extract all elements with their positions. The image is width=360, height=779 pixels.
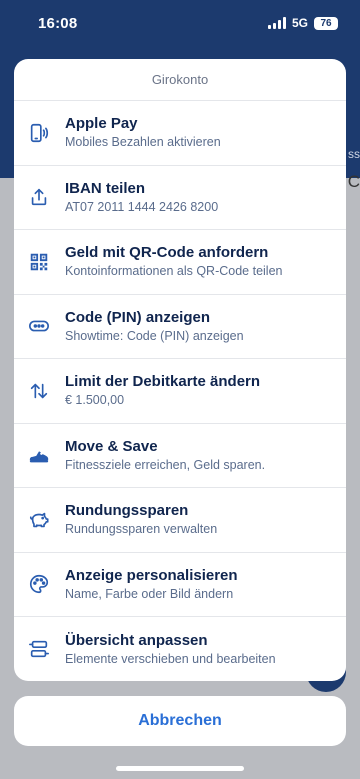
- menu-item-uebersicht-anpassen[interactable]: Übersicht anpassen Elemente verschieben …: [14, 617, 346, 681]
- sheet-title: Girokonto: [14, 59, 346, 101]
- piggy-bank-icon: [28, 509, 50, 531]
- phone-pay-icon: [28, 122, 50, 144]
- menu-item-subtitle: Showtime: Code (PIN) anzeigen: [65, 328, 244, 343]
- menu-item-label: Übersicht anpassen: [65, 631, 208, 649]
- menu-item-label: IBAN teilen: [65, 179, 146, 197]
- menu-item-label: Code (PIN) anzeigen: [65, 308, 211, 326]
- status-bar: 16:08 5G 76: [0, 0, 360, 46]
- sneaker-icon: [28, 444, 50, 466]
- menu-item-label: Apple Pay: [65, 115, 138, 133]
- status-indicators: 5G 76: [267, 16, 338, 30]
- menu-item-subtitle: AT07 2011 1444 2426 8200: [65, 199, 219, 214]
- menu-item-qr-code[interactable]: Geld mit QR-Code anfordern Kontoinformat…: [14, 230, 346, 295]
- menu-item-move-save[interactable]: Move & Save Fitnessziele erreichen, Geld…: [14, 424, 346, 488]
- up-down-arrows-icon: [28, 380, 50, 402]
- status-time: 16:08: [38, 15, 78, 32]
- menu-item-anzeige-personalisieren[interactable]: Anzeige personalisieren Name, Farbe oder…: [14, 553, 346, 617]
- menu-item-subtitle: Rundungssparen verwalten: [65, 522, 218, 537]
- share-icon: [28, 186, 50, 208]
- menu-item-subtitle: Elemente verschieben und bearbeiten: [65, 651, 276, 666]
- pin-code-icon: [28, 315, 50, 337]
- menu-item-limit-debitkarte[interactable]: Limit der Debitkarte ändern € 1.500,00: [14, 359, 346, 424]
- cancel-button[interactable]: Abbrechen: [14, 696, 346, 746]
- menu-item-label: Limit der Debitkarte ändern: [65, 373, 261, 391]
- rearrange-icon: [28, 638, 50, 660]
- menu-item-apple-pay[interactable]: Apple Pay Mobiles Bezahlen aktivieren: [14, 101, 346, 166]
- battery-icon: 76: [314, 16, 338, 30]
- qr-code-icon: [28, 251, 50, 273]
- cellular-signal-icon: [267, 17, 286, 29]
- menu-item-label: Rundungssparen: [65, 502, 189, 520]
- menu-item-pin-anzeigen[interactable]: Code (PIN) anzeigen Showtime: Code (PIN)…: [14, 295, 346, 359]
- menu-item-subtitle: Fitnessziele erreichen, Geld sparen.: [65, 457, 266, 472]
- menu-item-label: Anzeige personalisieren: [65, 566, 238, 584]
- network-type: 5G: [291, 16, 308, 30]
- action-sheet: Girokonto Apple Pay Mobiles Bezahlen akt…: [14, 59, 346, 681]
- background-peek-text: ss: [348, 147, 360, 161]
- menu-item-rundungssparen[interactable]: Rundungssparen Rundungssparen verwalten: [14, 488, 346, 553]
- menu-item-label: Move & Save: [65, 437, 158, 455]
- menu-item-label: Geld mit QR-Code anfordern: [65, 244, 269, 262]
- menu-item-subtitle: Kontoinformationen als QR-Code teilen: [65, 264, 283, 279]
- home-indicator[interactable]: [116, 766, 244, 771]
- menu-item-subtitle: Name, Farbe oder Bild ändern: [65, 586, 234, 601]
- menu-item-iban-teilen[interactable]: IBAN teilen AT07 2011 1444 2426 8200: [14, 166, 346, 230]
- menu-item-subtitle: € 1.500,00: [65, 393, 125, 408]
- menu-item-subtitle: Mobiles Bezahlen aktivieren: [65, 135, 221, 150]
- palette-icon: [28, 573, 50, 595]
